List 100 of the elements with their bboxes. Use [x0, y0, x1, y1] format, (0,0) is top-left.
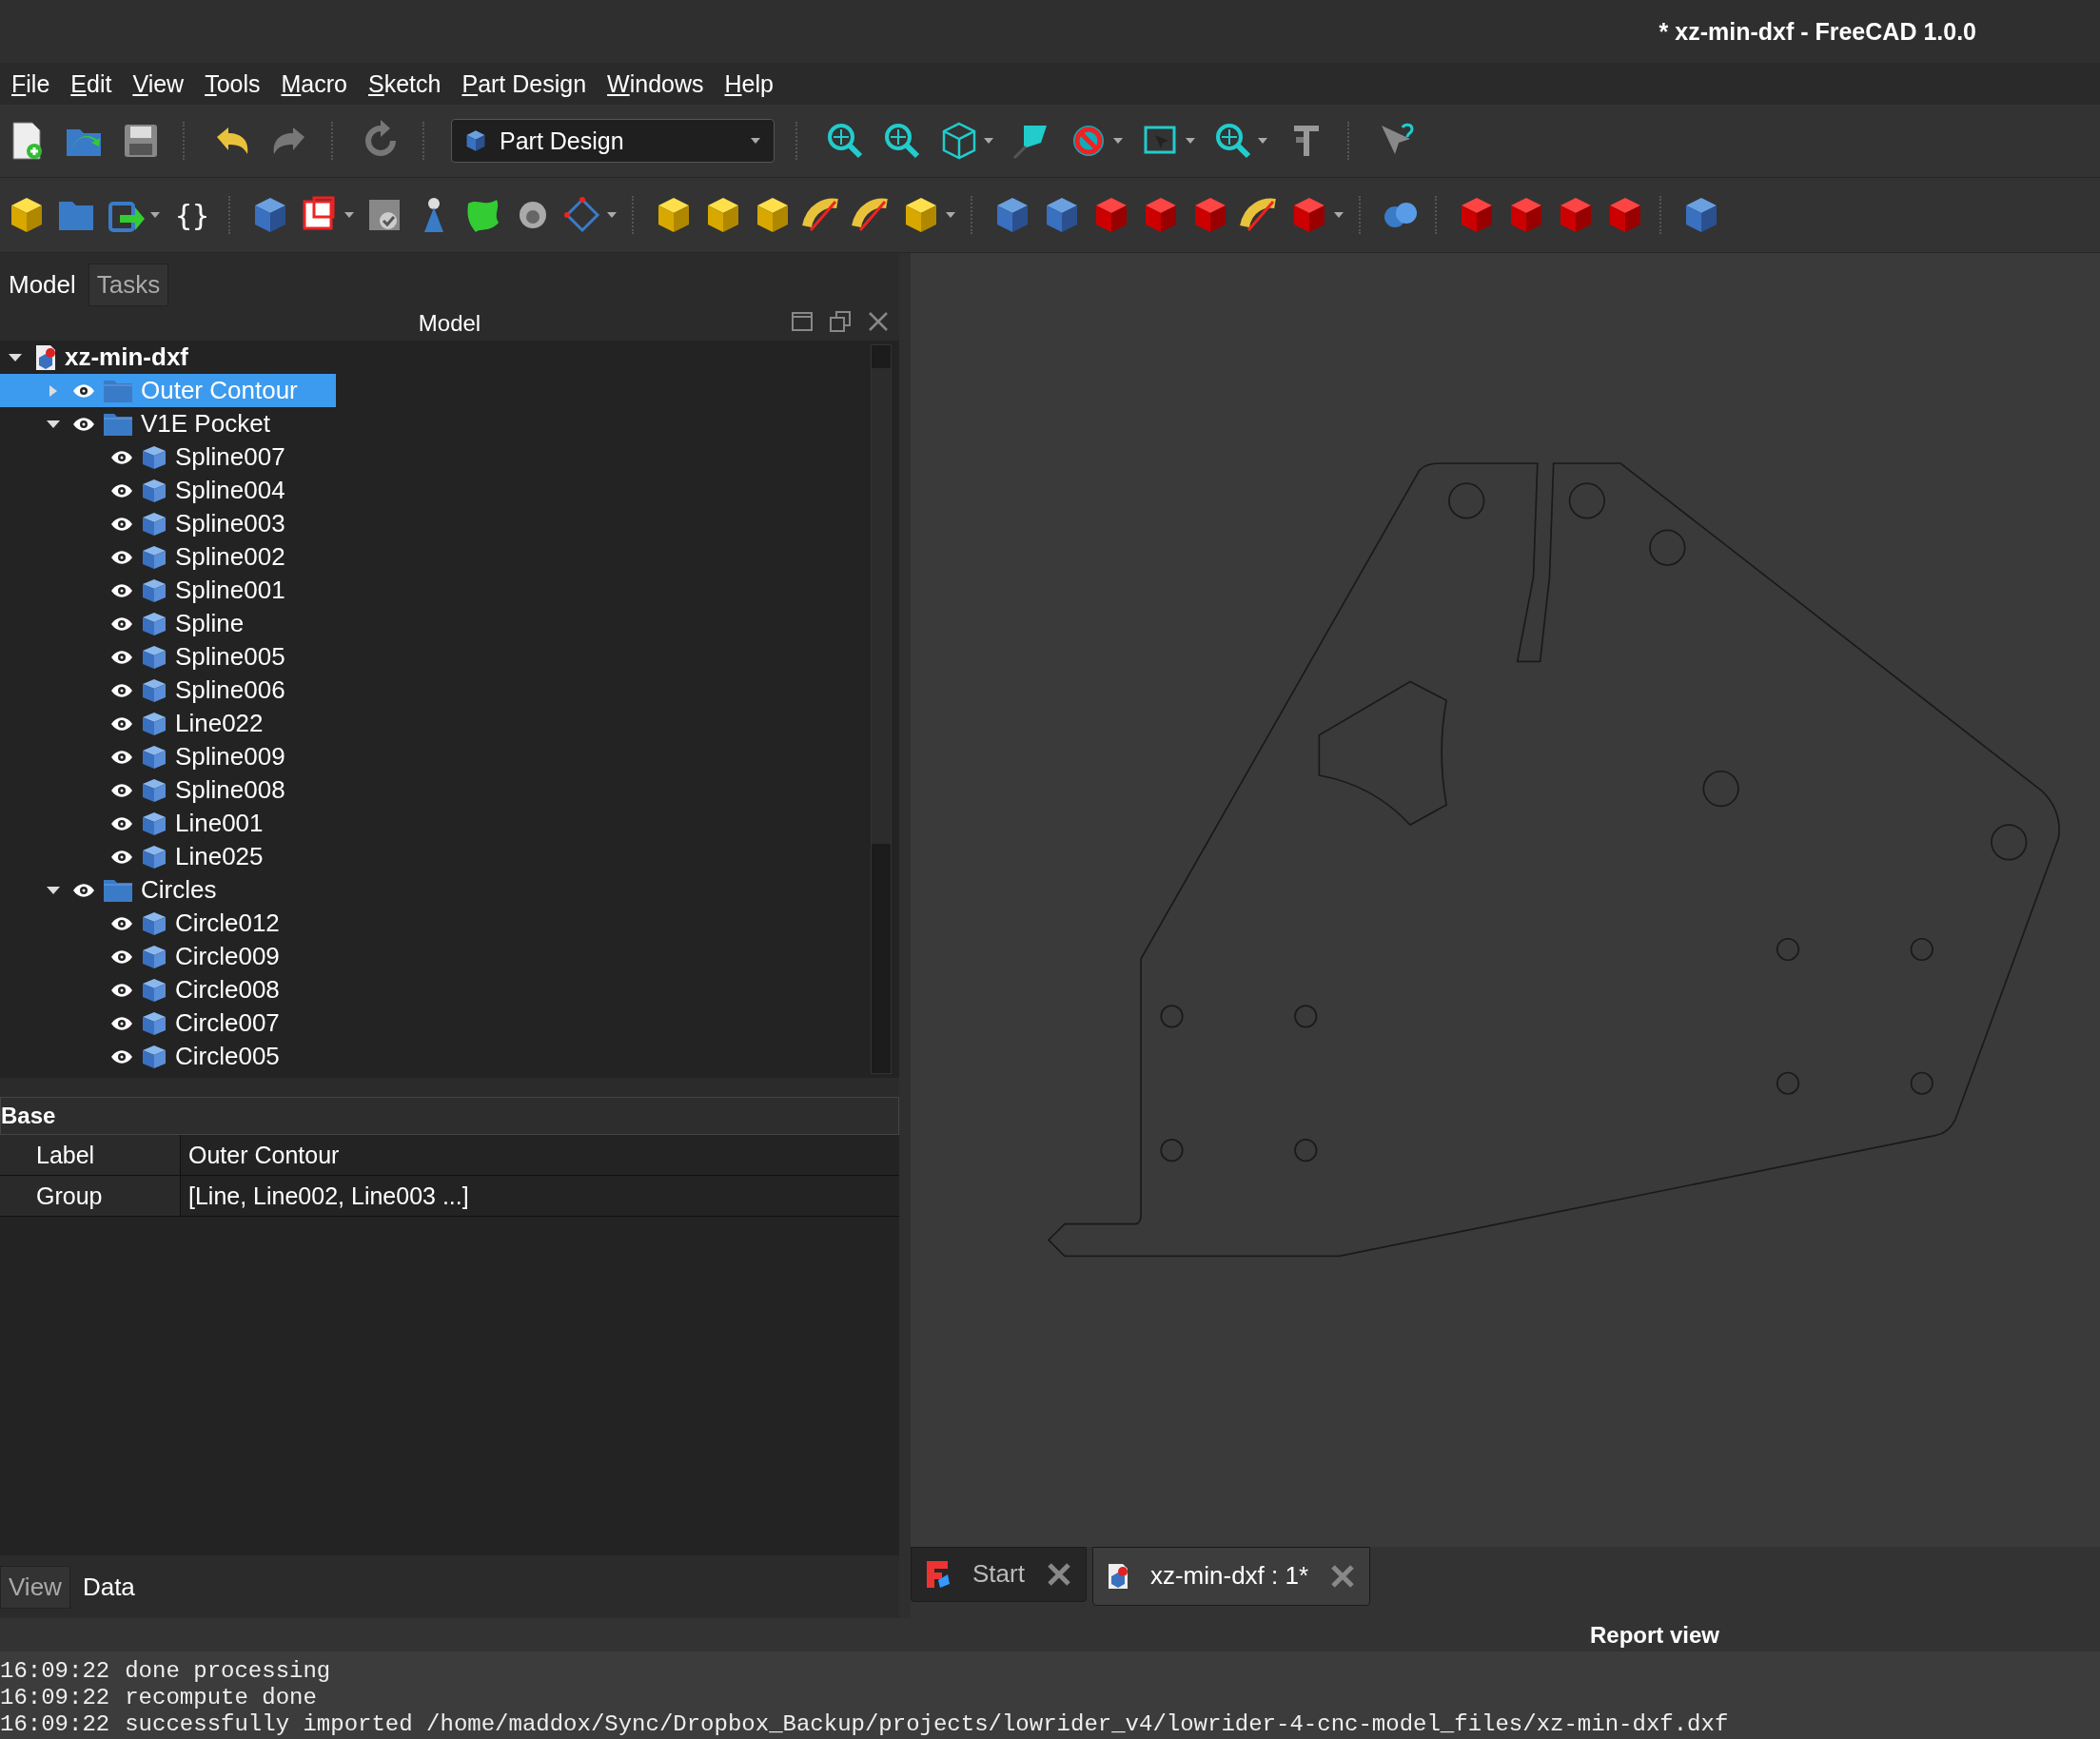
eye-icon[interactable]	[110, 615, 133, 632]
tree-item[interactable]: Circles	[0, 873, 217, 907]
menu-item[interactable]: Edit	[63, 66, 120, 102]
cube-icon	[141, 676, 167, 704]
log-time: 16:09:22	[0, 1710, 110, 1737]
macro-button[interactable]: {}	[169, 198, 216, 232]
cube-icon	[141, 943, 167, 970]
eye-icon[interactable]	[110, 1015, 133, 1031]
cube-icon	[141, 776, 167, 804]
log-time: 16:09:22	[0, 1684, 110, 1710]
eye-icon[interactable]	[110, 715, 133, 732]
property-tab[interactable]: View	[0, 1565, 70, 1609]
eye-icon[interactable]	[110, 649, 133, 665]
cube-icon	[141, 477, 167, 504]
tree-item[interactable]: V1E Pocket	[0, 407, 270, 440]
cube-icon	[141, 909, 167, 937]
eye-icon[interactable]	[110, 782, 133, 798]
caret-icon[interactable]	[982, 136, 995, 146]
close-icon[interactable]	[867, 310, 890, 333]
cube-icon	[141, 743, 167, 771]
tree-item[interactable]: Circle012	[0, 907, 280, 940]
tree-item[interactable]: Circle005	[0, 1040, 280, 1073]
eye-icon[interactable]	[110, 948, 133, 965]
cube-icon	[141, 443, 167, 471]
tree-item[interactable]: Spline001	[0, 574, 285, 607]
tree-item[interactable]: Spline003	[0, 507, 285, 540]
document-icon	[1106, 1562, 1129, 1590]
eye-icon[interactable]	[110, 915, 133, 931]
document-tab[interactable]: Start	[911, 1546, 1087, 1602]
caret-icon[interactable]	[1256, 136, 1269, 146]
eye-icon[interactable]	[110, 1048, 133, 1065]
caret-icon[interactable]	[944, 210, 958, 220]
tree-item[interactable]: xz-min-dxf	[0, 341, 188, 374]
close-icon[interactable]	[1329, 1562, 1357, 1590]
cube-icon	[141, 843, 167, 870]
caret-icon[interactable]	[1111, 136, 1125, 146]
cube-icon	[141, 976, 167, 1004]
panel-title: Model	[418, 310, 481, 337]
eye-icon[interactable]	[110, 449, 133, 465]
document-tab[interactable]: xz-min-dxf : 1*	[1091, 1546, 1371, 1606]
menu-item[interactable]: View	[125, 66, 192, 102]
eye-icon[interactable]	[110, 815, 133, 831]
tree-item[interactable]: Spline005	[0, 640, 285, 674]
caret-icon[interactable]	[605, 210, 619, 220]
cube-icon	[141, 510, 167, 537]
caret-icon[interactable]	[148, 210, 162, 220]
menu-item[interactable]: File	[4, 66, 58, 102]
cube-icon	[141, 643, 167, 671]
tree-item[interactable]: Circle007	[0, 1006, 280, 1040]
close-icon[interactable]	[1045, 1560, 1072, 1588]
caret-icon[interactable]	[749, 136, 762, 146]
tree-item[interactable]: Circle008	[0, 973, 280, 1006]
menu-item[interactable]: Windows	[599, 66, 712, 102]
eye-icon[interactable]	[110, 982, 133, 998]
caret-icon[interactable]	[1184, 136, 1197, 146]
report-title: Report view	[1589, 1621, 1719, 1649]
eye-icon[interactable]	[110, 849, 133, 865]
logo-icon	[925, 1558, 952, 1590]
eye-icon[interactable]	[72, 416, 95, 432]
log-message: done processing	[125, 1657, 331, 1684]
eye-icon[interactable]	[72, 882, 95, 898]
property-value[interactable]: [Line, Line002, Line003 ...]	[181, 1176, 899, 1216]
cube-icon	[141, 810, 167, 837]
log-time: 16:09:22	[0, 1657, 110, 1684]
menu-item[interactable]: Help	[716, 66, 781, 102]
menu-item[interactable]: Tools	[197, 66, 268, 102]
eye-icon[interactable]	[110, 749, 133, 765]
menu-item[interactable]: Part Design	[454, 66, 595, 102]
tree-item[interactable]: Line025	[0, 840, 264, 873]
eye-icon[interactable]	[110, 549, 133, 565]
eye-icon[interactable]	[72, 382, 95, 399]
tree-item[interactable]: Spline	[0, 607, 245, 640]
folder-icon	[103, 877, 133, 903]
tree-item[interactable]: Spline007	[0, 440, 285, 474]
menu-item[interactable]: Macro	[273, 66, 355, 102]
eye-icon[interactable]	[110, 516, 133, 532]
tree-item[interactable]: Spline006	[0, 674, 285, 707]
tree-item[interactable]: Spline002	[0, 540, 285, 574]
cube-icon	[141, 1009, 167, 1037]
tree-item[interactable]: Line022	[0, 707, 264, 740]
panel-tab[interactable]: Tasks	[88, 264, 169, 306]
property-name: Label	[0, 1135, 181, 1175]
property-value[interactable]: Outer Contour	[181, 1135, 899, 1175]
tree-item[interactable]: Line001	[0, 807, 264, 840]
eye-icon[interactable]	[110, 482, 133, 498]
tree-item[interactable]: Spline009	[0, 740, 285, 773]
caret-icon[interactable]	[343, 210, 357, 220]
float-icon[interactable]	[829, 310, 852, 333]
menu-item[interactable]: Sketch	[361, 66, 449, 102]
property-name: Group	[0, 1176, 181, 1216]
tree-item[interactable]: Circle009	[0, 940, 280, 973]
document-icon	[34, 343, 57, 371]
eye-icon[interactable]	[110, 682, 133, 698]
workbench-dropdown[interactable]: Part Design	[451, 119, 775, 163]
tree-item[interactable]: Spline008	[0, 773, 285, 807]
caret-icon[interactable]	[1332, 210, 1346, 220]
maximize-icon[interactable]	[791, 310, 814, 333]
cube-icon	[141, 610, 167, 637]
eye-icon[interactable]	[110, 582, 133, 598]
tree-item[interactable]: Spline004	[0, 474, 285, 507]
